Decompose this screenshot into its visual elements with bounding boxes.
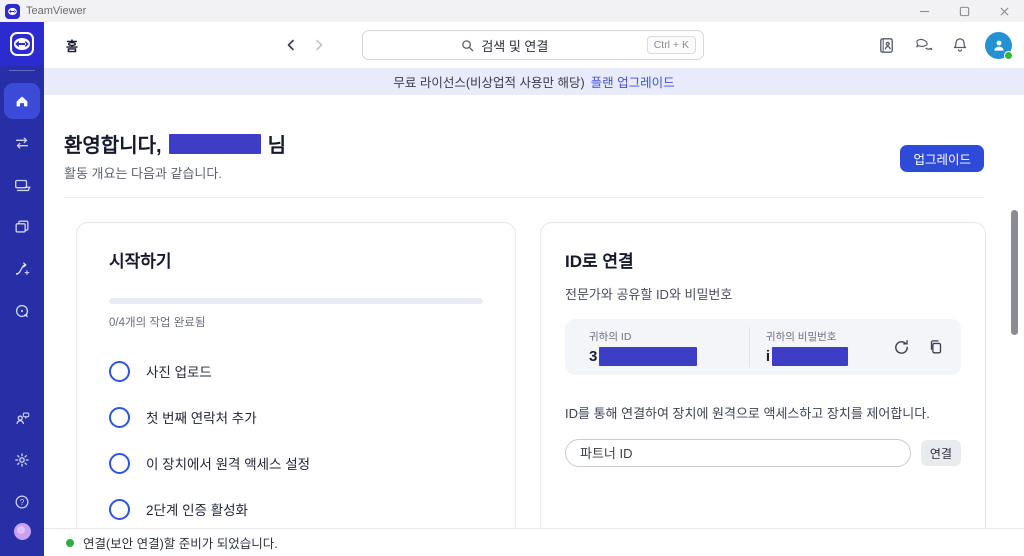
sidebar-item-home[interactable] (4, 83, 40, 119)
window-title: TeamViewer (26, 5, 87, 17)
tab-home[interactable]: 홈 (66, 36, 78, 55)
search-shortcut-badge: Ctrl + K (646, 36, 696, 54)
monitor-icon (13, 176, 31, 194)
close-button[interactable] (984, 0, 1024, 22)
sidebar-item-devices[interactable] (4, 167, 40, 203)
task-row-setup-remote-access[interactable]: 이 장치에서 원격 액세스 설정 (109, 440, 483, 486)
avatar-status-dot (1004, 50, 1013, 60)
your-password-value: i (765, 347, 771, 365)
statusbar: 연결(보안 연결)할 준비가 되었습니다. (44, 528, 1024, 556)
minimize-button[interactable] (904, 0, 944, 22)
task-row-enable-2fa[interactable]: 2단계 인증 활성화 (109, 486, 483, 532)
refresh-icon[interactable] (892, 338, 911, 357)
sidebar-item-workflows[interactable] (4, 251, 40, 287)
sidebar: ? (0, 22, 44, 556)
forward-icon[interactable] (312, 38, 326, 52)
main-content: 환영합니다, 님 활동 개요는 다음과 같습니다. 업그레이드 시작하기 0/4… (44, 95, 1024, 552)
welcome-subtitle: 활동 개요는 다음과 같습니다. (64, 166, 222, 181)
teamviewer-logo-icon (5, 3, 20, 19)
plan-upgrade-link[interactable]: 플랜 업그레이드 (591, 72, 675, 91)
bell-icon[interactable] (948, 33, 972, 57)
task-circle-icon[interactable] (109, 498, 130, 520)
task-row-add-contact[interactable]: 첫 번째 연락처 추가 (109, 394, 483, 440)
license-banner: 무료 라이선스(비상업적 사용만 해당) 플랜 업그레이드 (44, 68, 1024, 95)
svg-text:?: ? (20, 498, 25, 507)
sidebar-item-sessions[interactable] (4, 125, 40, 161)
window-titlebar: TeamViewer (0, 0, 1024, 22)
connect-by-id-title: ID로 연결 (565, 252, 634, 271)
welcome-title: 환영합니다, (64, 135, 162, 157)
gear-icon (13, 451, 31, 469)
task-circle-icon[interactable] (109, 406, 130, 428)
sidebar-item-device-groups[interactable] (4, 209, 40, 245)
maximize-button[interactable] (944, 0, 984, 22)
sidebar-item-community[interactable] (4, 400, 40, 436)
your-password-label: 귀하의 비밀번호 (765, 330, 837, 343)
teamviewer-logo-icon[interactable] (0, 22, 44, 66)
sidebar-divider (9, 70, 35, 71)
getting-started-title: 시작하기 (109, 252, 172, 271)
connect-button[interactable]: 연결 (920, 440, 961, 466)
task-list: 사진 업로드 첫 번째 연락처 추가 이 장치에서 원격 액세스 설정 2단계 … (109, 348, 483, 532)
connect-by-id-subtitle: 전문가와 공유할 ID와 비밀번호 (565, 287, 733, 302)
scrollbar-thumb[interactable] (1011, 210, 1018, 335)
help-icon: ? (13, 493, 31, 511)
redacted-username (168, 133, 261, 154)
search-input[interactable]: 검색 및 연결 Ctrl + K (362, 30, 704, 60)
search-icon (461, 39, 474, 52)
user-presence-dot[interactable] (13, 523, 31, 540)
status-text: 연결(보안 연결)할 준비가 되었습니다. (83, 537, 278, 551)
partner-id-input[interactable] (565, 439, 911, 467)
avatar[interactable] (985, 31, 1013, 60)
license-banner-text: 무료 라이선스(비상업적 사용만 해당) (393, 76, 585, 90)
your-id-label: 귀하의 ID (589, 330, 632, 343)
status-ready-dot (66, 538, 74, 547)
topbar: 홈 검색 및 연결 Ctrl + K (44, 22, 1024, 68)
redacted-id (599, 346, 698, 366)
sidebar-item-settings[interactable] (4, 442, 40, 478)
getting-started-card: 시작하기 0/4개의 작업 완료됨 사진 업로드 첫 번째 연락처 추가 이 장… (76, 222, 516, 552)
copy-icon[interactable] (927, 338, 945, 356)
upgrade-button[interactable]: 업그레이드 (900, 145, 984, 172)
progress-bar (109, 298, 483, 304)
connect-by-id-description: ID를 통해 연결하여 장치에 원격으로 액세스하고 장치를 제어합니다. (565, 406, 930, 421)
sidebar-item-remote-support[interactable] (4, 293, 40, 329)
section-divider (64, 197, 985, 198)
circle-arrow-icon (13, 302, 31, 320)
home-icon (13, 92, 31, 110)
task-row-upload-photo[interactable]: 사진 업로드 (109, 348, 483, 394)
redacted-password (772, 346, 849, 366)
your-id-value: 3 (589, 347, 598, 365)
progress-text: 0/4개의 작업 완료됨 (109, 317, 206, 329)
welcome-title-suffix: 님 (267, 135, 286, 157)
contacts-book-icon[interactable] (874, 33, 898, 57)
sidebar-item-help[interactable]: ? (4, 484, 40, 520)
route-sparkle-icon (13, 260, 31, 278)
task-circle-icon[interactable] (109, 452, 130, 474)
chat-icon[interactable] (911, 33, 935, 57)
task-circle-icon[interactable] (109, 360, 130, 382)
connect-by-id-card: ID로 연결 전문가와 공유할 ID와 비밀번호 귀하의 ID 3 귀하의 비밀… (540, 222, 986, 552)
back-icon[interactable] (284, 38, 298, 52)
swap-arrows-icon (13, 134, 31, 152)
id-password-panel: 귀하의 ID 3 귀하의 비밀번호 i (565, 319, 961, 375)
stacked-windows-icon (13, 218, 31, 236)
search-placeholder: 검색 및 연결 (481, 38, 549, 54)
person-chat-icon (13, 409, 31, 427)
